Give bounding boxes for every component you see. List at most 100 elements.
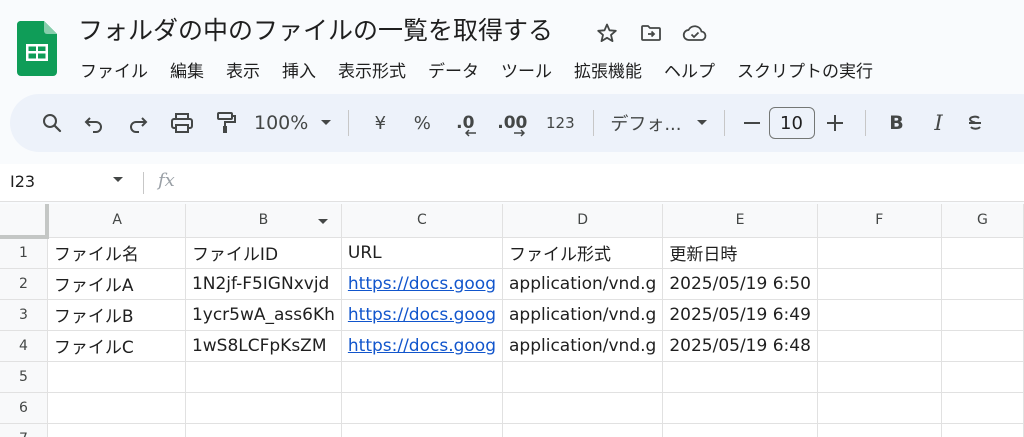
zoom-select[interactable]: 100% — [248, 112, 338, 134]
row-header[interactable]: 2 — [0, 268, 48, 300]
name-box-dropdown-icon[interactable] — [112, 176, 124, 184]
paint-format-icon[interactable] — [204, 103, 248, 143]
cell[interactable] — [817, 330, 942, 362]
cell[interactable] — [817, 361, 942, 393]
column-header-e[interactable]: E — [662, 204, 818, 238]
url-link-cell[interactable]: https://docs.goog — [341, 268, 504, 300]
bold-button[interactable]: B — [876, 103, 918, 143]
cell[interactable]: ファイルC — [47, 330, 186, 362]
cell[interactable] — [662, 423, 818, 437]
print-icon[interactable] — [160, 103, 204, 143]
row-header[interactable]: 4 — [0, 330, 48, 362]
column-header-f[interactable]: F — [817, 204, 942, 238]
menu-edit[interactable]: 編集 — [159, 55, 215, 84]
undo-icon[interactable] — [72, 103, 116, 143]
menu-tools[interactable]: ツール — [490, 55, 563, 84]
cell[interactable]: ファイルB — [47, 299, 186, 331]
cell[interactable] — [817, 237, 942, 269]
cell[interactable] — [185, 392, 342, 424]
cell[interactable] — [502, 361, 664, 393]
cell[interactable] — [662, 361, 818, 393]
menu-view[interactable]: 表示 — [215, 55, 271, 84]
menu-file[interactable]: ファイル — [69, 55, 159, 84]
cell[interactable] — [185, 423, 342, 437]
row-header[interactable]: 3 — [0, 299, 48, 331]
cell[interactable]: ファイル名 — [47, 237, 186, 269]
cell[interactable] — [341, 392, 504, 424]
cell[interactable]: ファイルID — [185, 237, 342, 269]
cell[interactable]: 1wS8LCFpKsZM — [185, 330, 342, 362]
cell[interactable]: 1N2jf-F5IGNxvjd — [185, 268, 342, 300]
row-header[interactable]: 1 — [0, 237, 48, 269]
cell[interactable] — [941, 423, 1024, 437]
row-header[interactable]: 7 — [0, 423, 48, 437]
column-menu-dropdown-icon[interactable] — [317, 218, 329, 226]
column-header-b[interactable]: B — [185, 204, 342, 238]
column-header-g[interactable]: G — [941, 204, 1024, 238]
menu-run-script[interactable]: スクリプトの実行 — [726, 55, 884, 84]
cell[interactable]: ファイルA — [47, 268, 186, 300]
more-formats-button[interactable]: 123 — [537, 103, 583, 143]
cell[interactable] — [47, 423, 186, 437]
menu-help[interactable]: ヘルプ — [653, 55, 726, 84]
column-header-a[interactable]: A — [47, 204, 186, 238]
cell[interactable] — [47, 392, 186, 424]
column-header-d[interactable]: D — [502, 204, 664, 238]
increase-font-size-icon[interactable] — [815, 103, 855, 143]
cell[interactable] — [941, 268, 1024, 300]
font-select[interactable]: デフォ... — [604, 110, 713, 136]
redo-icon[interactable] — [116, 103, 160, 143]
cell[interactable]: application/vnd.g — [502, 299, 664, 331]
row-header[interactable]: 5 — [0, 361, 48, 393]
document-title[interactable]: フォルダの中のファイルの一覧を取得する — [78, 13, 553, 49]
cell[interactable] — [941, 361, 1024, 393]
cell[interactable]: 2025/05/19 6:50 — [662, 268, 818, 300]
cell[interactable] — [817, 268, 942, 300]
cell[interactable]: ファイル形式 — [502, 237, 664, 269]
cell[interactable] — [941, 392, 1024, 424]
cell[interactable] — [941, 299, 1024, 331]
menu-data[interactable]: データ — [417, 55, 490, 84]
cell[interactable] — [502, 392, 664, 424]
decrease-font-size-icon[interactable] — [735, 103, 769, 143]
cell[interactable] — [817, 423, 942, 437]
move-to-folder-icon[interactable] — [638, 20, 664, 46]
search-icon[interactable] — [32, 103, 72, 143]
percent-format-button[interactable]: % — [401, 103, 443, 143]
cell[interactable]: 更新日時 — [662, 237, 818, 269]
cell[interactable] — [662, 392, 818, 424]
cell[interactable] — [47, 361, 186, 393]
cell[interactable] — [502, 423, 664, 437]
font-size-input[interactable]: 10 — [768, 107, 815, 139]
menu-format[interactable]: 表示形式 — [327, 55, 417, 84]
currency-format-button[interactable]: ¥ — [359, 103, 401, 143]
url-link-cell[interactable]: https://docs.goog — [341, 330, 504, 362]
cell[interactable] — [817, 299, 942, 331]
cell[interactable] — [941, 237, 1024, 269]
select-all-corner[interactable] — [0, 204, 50, 239]
column-header-c[interactable]: C — [341, 204, 504, 238]
cell[interactable] — [817, 392, 942, 424]
cell[interactable]: application/vnd.g — [502, 268, 664, 300]
star-icon[interactable] — [594, 20, 620, 46]
cell[interactable]: 2025/05/19 6:49 — [662, 299, 818, 331]
italic-button[interactable]: I — [918, 103, 960, 143]
row-header[interactable]: 6 — [0, 392, 48, 424]
menu-extensions[interactable]: 拡張機能 — [563, 55, 653, 84]
url-link-cell[interactable]: https://docs.goog — [341, 299, 504, 331]
strikethrough-icon[interactable] — [960, 103, 990, 143]
cell[interactable] — [941, 330, 1024, 362]
cell[interactable]: URL — [341, 237, 504, 269]
sheets-logo-icon[interactable] — [16, 21, 57, 76]
cell[interactable]: application/vnd.g — [502, 330, 664, 362]
cell[interactable]: 1ycr5wA_ass6Kh — [185, 299, 342, 331]
cloud-saved-icon[interactable] — [682, 20, 708, 46]
menu-insert[interactable]: 挿入 — [271, 55, 327, 84]
cell[interactable] — [341, 361, 504, 393]
name-box[interactable]: I23 — [10, 172, 35, 191]
cell[interactable]: 2025/05/19 6:48 — [662, 330, 818, 362]
decrease-decimal-button[interactable]: .0 — [443, 103, 487, 143]
cell[interactable] — [185, 361, 342, 393]
increase-decimal-button[interactable]: .00 — [487, 103, 537, 143]
cell[interactable] — [341, 423, 504, 437]
